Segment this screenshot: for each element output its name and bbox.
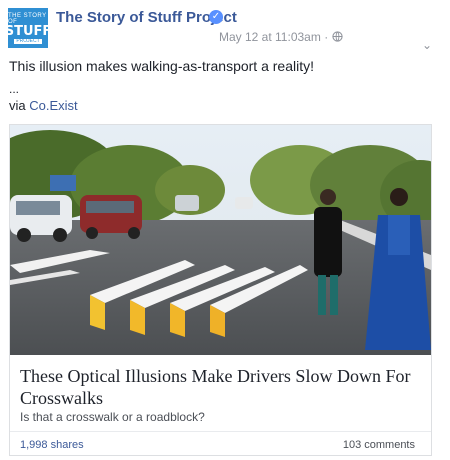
verified-badge-icon: ✓ <box>209 10 223 24</box>
avatar-text-main: STUFF <box>4 23 52 39</box>
article-subtitle: Is that a crosswalk or a roadblock? <box>20 410 205 424</box>
link-preview-card[interactable]: These Optical Illusions Make Drivers Slo… <box>9 124 432 456</box>
engagement-bar: 1,998 shares 103 comments <box>10 431 431 456</box>
page-avatar[interactable]: THE STORY OF STUFF PROJECT <box>5 8 51 48</box>
timestamp-link[interactable]: May 12 at 11:03am <box>219 30 321 44</box>
comments-count-link[interactable]: 103 comments <box>343 439 415 451</box>
post-text: This illusion makes walking-as-transport… <box>9 58 314 74</box>
avatar-text-top: THE STORY OF <box>8 12 47 25</box>
separator-dot: · <box>324 30 329 44</box>
post-options-icon[interactable]: ⌄ <box>422 38 432 52</box>
via-link[interactable]: Co.Exist <box>29 98 77 113</box>
post-ellipsis: ... <box>9 82 20 96</box>
globe-icon <box>331 30 343 44</box>
via-line: via Co.Exist <box>9 98 78 113</box>
avatar-text-bottom: PROJECT <box>14 37 42 44</box>
article-photo[interactable] <box>10 125 431 355</box>
article-title[interactable]: These Optical Illusions Make Drivers Slo… <box>20 365 425 409</box>
shares-count-link[interactable]: 1,998 shares <box>20 439 84 451</box>
via-prefix: via <box>9 98 26 113</box>
